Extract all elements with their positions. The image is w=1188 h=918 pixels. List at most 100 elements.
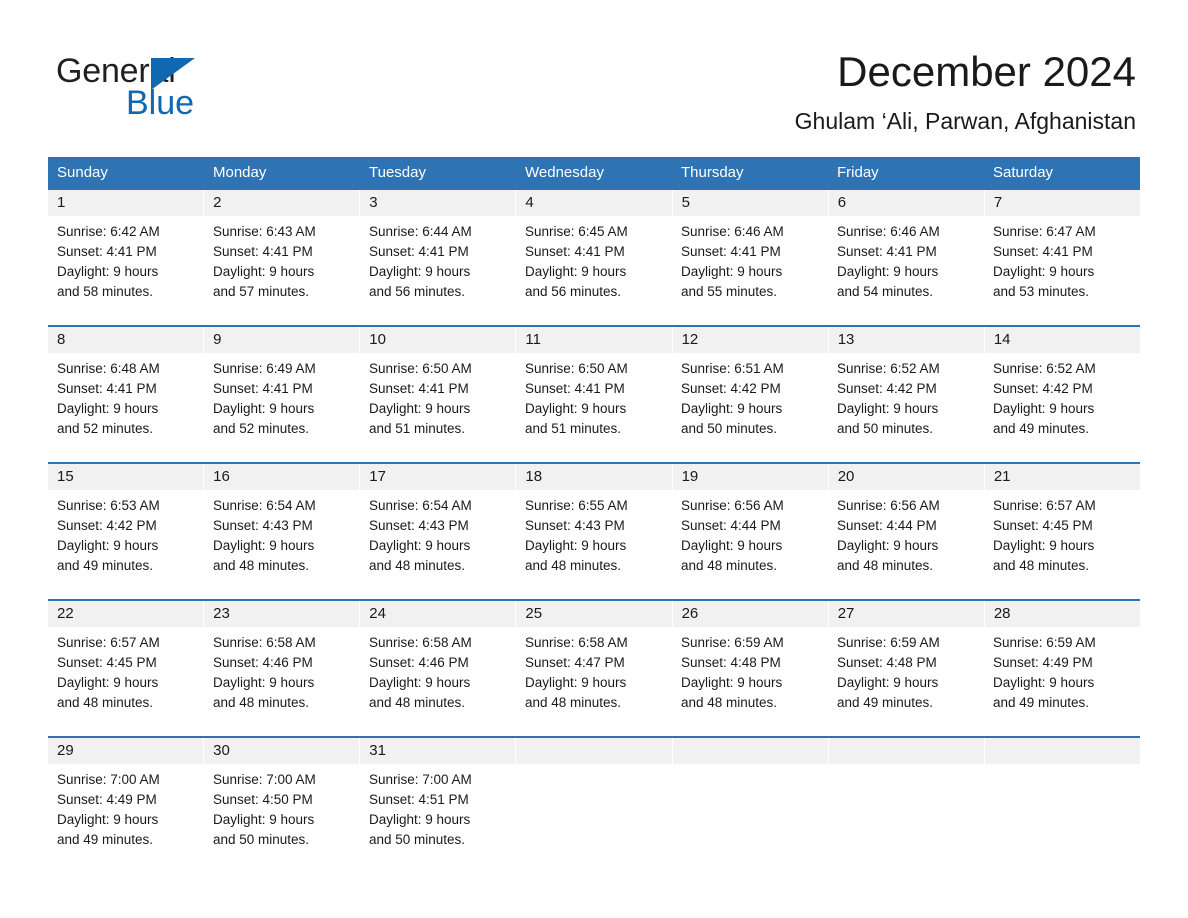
- day-cell[interactable]: Sunrise: 6:50 AM Sunset: 4:41 PM Dayligh…: [360, 353, 516, 462]
- day-cell[interactable]: Sunrise: 7:00 AM Sunset: 4:50 PM Dayligh…: [204, 764, 360, 873]
- day-number[interactable]: 28: [984, 601, 1140, 627]
- day-detail-band: Sunrise: 6:42 AM Sunset: 4:41 PM Dayligh…: [48, 216, 1140, 325]
- sunrise-text: Sunrise: 6:50 AM: [369, 361, 472, 376]
- day-number-band: 29 30 31: [48, 738, 1140, 764]
- day-cell[interactable]: Sunrise: 6:45 AM Sunset: 4:41 PM Dayligh…: [516, 216, 672, 325]
- sunset-text: Sunset: 4:49 PM: [57, 792, 157, 807]
- day-cell[interactable]: Sunrise: 6:50 AM Sunset: 4:41 PM Dayligh…: [516, 353, 672, 462]
- day-cell[interactable]: Sunrise: 6:56 AM Sunset: 4:44 PM Dayligh…: [828, 490, 984, 599]
- daylight-text-line1: Daylight: 9 hours: [993, 264, 1095, 279]
- day-number[interactable]: 11: [516, 327, 672, 353]
- daylight-text-line1: Daylight: 9 hours: [993, 675, 1095, 690]
- day-cell[interactable]: Sunrise: 6:53 AM Sunset: 4:42 PM Dayligh…: [48, 490, 204, 599]
- daylight-text-line2: and 48 minutes.: [681, 695, 778, 710]
- day-number[interactable]: 27: [828, 601, 984, 627]
- sunset-text: Sunset: 4:44 PM: [837, 518, 937, 533]
- day-cell[interactable]: Sunrise: 6:57 AM Sunset: 4:45 PM Dayligh…: [48, 627, 204, 736]
- day-number[interactable]: 6: [828, 190, 984, 216]
- day-number[interactable]: 29: [48, 738, 204, 764]
- day-cell[interactable]: Sunrise: 7:00 AM Sunset: 4:51 PM Dayligh…: [360, 764, 516, 873]
- calendar-week-row: 1 2 3 4 5 6 7 Sunrise: 6:42 AM Sunset: 4…: [48, 188, 1140, 325]
- day-number[interactable]: 5: [672, 190, 828, 216]
- day-number[interactable]: 19: [672, 464, 828, 490]
- sunset-text: Sunset: 4:41 PM: [57, 244, 157, 259]
- day-cell[interactable]: Sunrise: 6:48 AM Sunset: 4:41 PM Dayligh…: [48, 353, 204, 462]
- daylight-text-line2: and 48 minutes.: [681, 558, 778, 573]
- day-cell[interactable]: Sunrise: 6:54 AM Sunset: 4:43 PM Dayligh…: [204, 490, 360, 599]
- day-number[interactable]: 24: [360, 601, 516, 627]
- sunset-text: Sunset: 4:42 PM: [57, 518, 157, 533]
- day-number[interactable]: 23: [204, 601, 360, 627]
- day-number[interactable]: 4: [516, 190, 672, 216]
- daylight-text-line1: Daylight: 9 hours: [525, 401, 627, 416]
- weekday-header-sunday: Sunday: [57, 164, 108, 181]
- general-blue-logo[interactable]: General Blue: [56, 52, 256, 124]
- daylight-text-line2: and 48 minutes.: [525, 558, 622, 573]
- sunrise-text: Sunrise: 6:48 AM: [57, 361, 160, 376]
- day-cell[interactable]: Sunrise: 6:52 AM Sunset: 4:42 PM Dayligh…: [984, 353, 1140, 462]
- sunrise-text: Sunrise: 6:59 AM: [837, 635, 940, 650]
- day-number[interactable]: 18: [516, 464, 672, 490]
- day-cell[interactable]: Sunrise: 6:56 AM Sunset: 4:44 PM Dayligh…: [672, 490, 828, 599]
- sunrise-text: Sunrise: 6:56 AM: [681, 498, 784, 513]
- day-number[interactable]: 31: [360, 738, 516, 764]
- day-number[interactable]: 7: [984, 190, 1140, 216]
- day-number[interactable]: 12: [672, 327, 828, 353]
- day-cell[interactable]: Sunrise: 6:57 AM Sunset: 4:45 PM Dayligh…: [984, 490, 1140, 599]
- day-cell[interactable]: Sunrise: 6:59 AM Sunset: 4:48 PM Dayligh…: [828, 627, 984, 736]
- sunrise-text: Sunrise: 6:43 AM: [213, 224, 316, 239]
- day-number[interactable]: 3: [360, 190, 516, 216]
- day-cell[interactable]: Sunrise: 6:51 AM Sunset: 4:42 PM Dayligh…: [672, 353, 828, 462]
- sunrise-text: Sunrise: 6:45 AM: [525, 224, 628, 239]
- day-cell[interactable]: Sunrise: 6:42 AM Sunset: 4:41 PM Dayligh…: [48, 216, 204, 325]
- sunrise-text: Sunrise: 6:58 AM: [525, 635, 628, 650]
- day-cell[interactable]: Sunrise: 6:46 AM Sunset: 4:41 PM Dayligh…: [672, 216, 828, 325]
- day-cell[interactable]: Sunrise: 6:44 AM Sunset: 4:41 PM Dayligh…: [360, 216, 516, 325]
- daylight-text-line2: and 50 minutes.: [837, 421, 934, 436]
- weekday-header-wednesday: Wednesday: [525, 164, 604, 181]
- day-cell[interactable]: Sunrise: 6:55 AM Sunset: 4:43 PM Dayligh…: [516, 490, 672, 599]
- day-cell[interactable]: Sunrise: 6:49 AM Sunset: 4:41 PM Dayligh…: [204, 353, 360, 462]
- daylight-text-line2: and 50 minutes.: [213, 832, 310, 847]
- sunset-text: Sunset: 4:48 PM: [837, 655, 937, 670]
- day-number[interactable]: 2: [204, 190, 360, 216]
- daylight-text-line2: and 48 minutes.: [57, 695, 154, 710]
- day-detail-band: Sunrise: 6:57 AM Sunset: 4:45 PM Dayligh…: [48, 627, 1140, 736]
- daylight-text-line1: Daylight: 9 hours: [213, 812, 315, 827]
- day-cell[interactable]: Sunrise: 6:43 AM Sunset: 4:41 PM Dayligh…: [204, 216, 360, 325]
- day-cell[interactable]: Sunrise: 6:58 AM Sunset: 4:47 PM Dayligh…: [516, 627, 672, 736]
- day-number[interactable]: 30: [204, 738, 360, 764]
- day-number[interactable]: 20: [828, 464, 984, 490]
- sunset-text: Sunset: 4:41 PM: [681, 244, 781, 259]
- daylight-text-line2: and 48 minutes.: [837, 558, 934, 573]
- day-number[interactable]: 8: [48, 327, 204, 353]
- day-cell[interactable]: Sunrise: 6:47 AM Sunset: 4:41 PM Dayligh…: [984, 216, 1140, 325]
- daylight-text-line1: Daylight: 9 hours: [681, 264, 783, 279]
- day-number[interactable]: 21: [984, 464, 1140, 490]
- day-cell[interactable]: Sunrise: 6:52 AM Sunset: 4:42 PM Dayligh…: [828, 353, 984, 462]
- day-cell[interactable]: Sunrise: 6:59 AM Sunset: 4:48 PM Dayligh…: [672, 627, 828, 736]
- day-number[interactable]: 10: [360, 327, 516, 353]
- day-cell[interactable]: Sunrise: 6:54 AM Sunset: 4:43 PM Dayligh…: [360, 490, 516, 599]
- day-number[interactable]: 25: [516, 601, 672, 627]
- day-number[interactable]: 16: [204, 464, 360, 490]
- sunset-text: Sunset: 4:43 PM: [525, 518, 625, 533]
- day-cell[interactable]: Sunrise: 6:58 AM Sunset: 4:46 PM Dayligh…: [204, 627, 360, 736]
- day-number[interactable]: 17: [360, 464, 516, 490]
- day-number[interactable]: 15: [48, 464, 204, 490]
- day-cell-empty: [516, 764, 672, 873]
- day-number[interactable]: 1: [48, 190, 204, 216]
- daylight-text-line1: Daylight: 9 hours: [57, 264, 159, 279]
- day-number[interactable]: 26: [672, 601, 828, 627]
- day-number[interactable]: 9: [204, 327, 360, 353]
- day-number[interactable]: 22: [48, 601, 204, 627]
- day-cell[interactable]: Sunrise: 6:46 AM Sunset: 4:41 PM Dayligh…: [828, 216, 984, 325]
- title-block: December 2024 Ghulam ‘Ali, Parwan, Afgha…: [795, 46, 1136, 136]
- day-cell[interactable]: Sunrise: 7:00 AM Sunset: 4:49 PM Dayligh…: [48, 764, 204, 873]
- day-cell[interactable]: Sunrise: 6:59 AM Sunset: 4:49 PM Dayligh…: [984, 627, 1140, 736]
- day-number[interactable]: 14: [984, 327, 1140, 353]
- day-cell[interactable]: Sunrise: 6:58 AM Sunset: 4:46 PM Dayligh…: [360, 627, 516, 736]
- day-number[interactable]: 13: [828, 327, 984, 353]
- daylight-text-line2: and 48 minutes.: [213, 558, 310, 573]
- sunrise-text: Sunrise: 7:00 AM: [369, 772, 472, 787]
